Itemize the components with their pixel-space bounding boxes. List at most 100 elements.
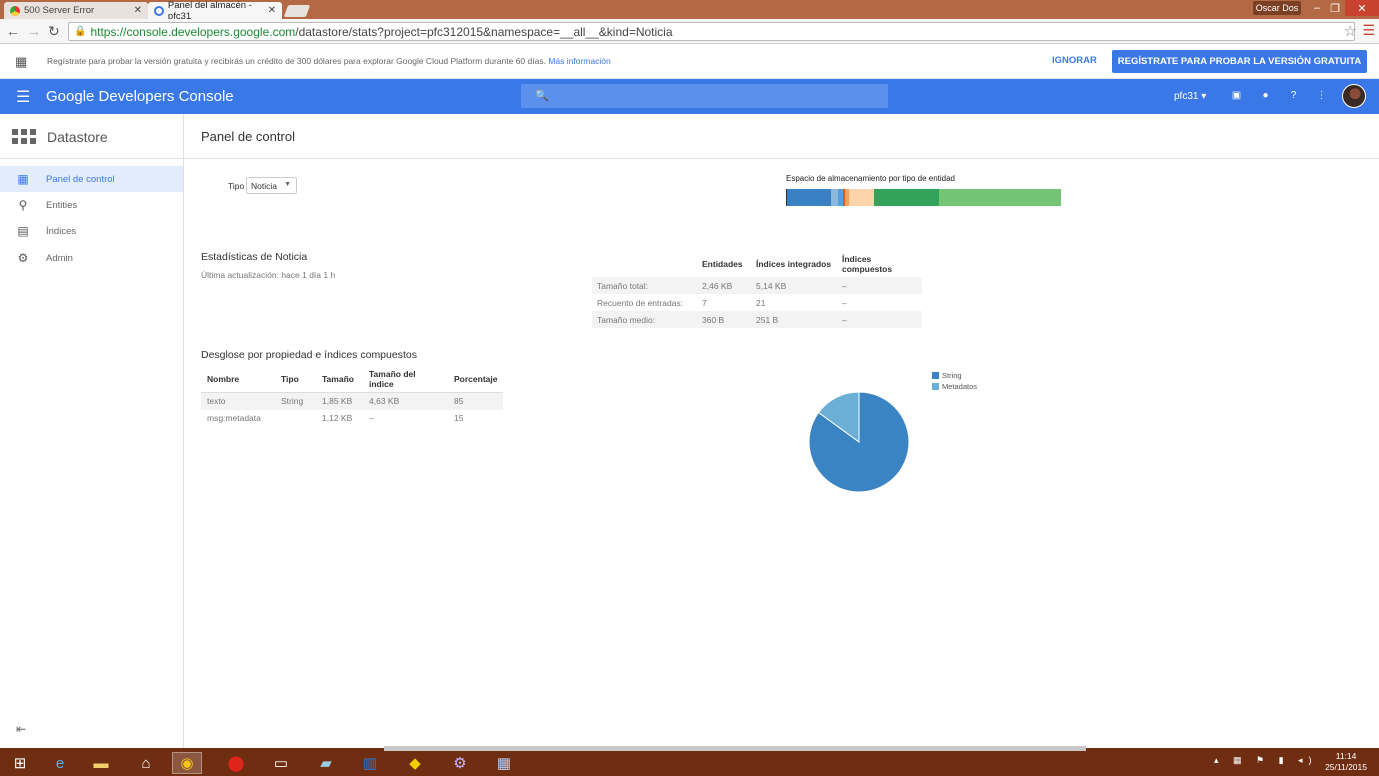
pdf-reader-icon[interactable]: ◆ [400, 752, 430, 774]
breakdown-header-index-size: Tamaño del índice [363, 366, 448, 393]
breakdown-header-name: Nombre [201, 366, 275, 393]
taskbar-clock[interactable]: 11:14 25/11/2015 [1325, 751, 1367, 773]
project-selector[interactable]: pfc31 ▾ [1174, 91, 1206, 102]
browser-menu-icon[interactable]: ☰ [1362, 22, 1375, 39]
legend-item-string: String [932, 370, 977, 381]
legend-swatch [932, 383, 939, 390]
notepad-icon[interactable]: ▰ [311, 752, 341, 774]
storage-bar [786, 189, 1073, 206]
sidebar-item-entities[interactable]: ⚲ Entities [0, 192, 183, 218]
brand-logo[interactable]: Google Developers Console [46, 88, 234, 105]
legend-item-metadatos: Metadatos [932, 381, 977, 392]
bookmark-star-icon[interactable]: ☆ [1344, 22, 1357, 40]
reload-icon[interactable]: ↻ [48, 23, 60, 40]
table-header-row: Entidades Índices integrados Índices com… [592, 251, 922, 277]
nav-menu-icon[interactable]: ☰ [16, 87, 30, 107]
breakdown-header-size: Tamaño [316, 366, 363, 393]
browser-titlebar: 500 Server Error ✕ Panel del almacén - p… [0, 0, 1379, 22]
system-tray[interactable]: ▴ ▦ ⚑ ▮ ◂) [1214, 755, 1318, 766]
address-bar: ← → ↻ 🔒 https://console.developers.googl… [0, 19, 1379, 44]
brand-product: Developers Console [98, 88, 234, 105]
breakdown-title: Desglose por propiedad e índices compues… [201, 349, 417, 361]
internet-explorer-icon[interactable]: e [45, 752, 75, 774]
avatar[interactable] [1342, 84, 1366, 108]
tab-server-error[interactable]: 500 Server Error ✕ [4, 2, 148, 19]
tab-close-icon[interactable]: ✕ [268, 5, 276, 16]
kind-select[interactable]: Noticia ▼ [246, 177, 297, 194]
storage-segment [787, 189, 831, 206]
cloud-shell-icon[interactable]: ▣ [1231, 90, 1242, 101]
storage-title: Espacio de almacenamiento por tipo de en… [786, 174, 955, 183]
stats-table: Entidades Índices integrados Índices com… [592, 251, 922, 328]
terminal-icon[interactable]: ▭ [266, 752, 296, 774]
help-icon[interactable]: ? [1288, 90, 1299, 101]
project-name: pfc31 [1174, 91, 1199, 102]
video-editor-icon[interactable]: ▦ [489, 752, 519, 774]
breakdown-header-percent: Porcentaje [448, 366, 504, 393]
home-icon[interactable]: ⌂ [131, 752, 161, 774]
windows-start-icon[interactable]: ⊞ [5, 752, 35, 774]
back-icon[interactable]: ← [6, 23, 20, 39]
sidebar-header: Datastore [0, 114, 184, 159]
table-cell: 85 [448, 392, 504, 410]
collapse-sidebar-icon[interactable]: ⇤ [16, 722, 26, 736]
table-cell: 7 [702, 297, 707, 308]
horizontal-scrollbar[interactable] [384, 746, 1086, 751]
table-cell: 2,46 KB [697, 277, 751, 294]
forward-icon[interactable]: → [27, 23, 41, 39]
table-cell: 360 B [697, 311, 751, 328]
table-cell [275, 410, 316, 427]
clock-date: 25/11/2015 [1325, 762, 1367, 772]
tab-close-icon[interactable]: ✕ [134, 5, 142, 16]
search-icon: 🔍 [535, 90, 549, 102]
legend-label: String [942, 371, 962, 380]
sidebar-item-panel-de-control[interactable]: ▦ Panel de control [0, 166, 183, 192]
sidebar-title: Datastore [47, 129, 108, 145]
tab-datastore-panel[interactable]: Panel del almacén - pfc31 ✕ [148, 0, 282, 22]
new-tab-button[interactable] [283, 5, 311, 17]
opera-icon[interactable]: ⬤ [221, 752, 251, 774]
promo-bar: ▦ Regístrate para probar la versión grat… [0, 44, 1379, 79]
chevron-down-icon: ▼ [284, 181, 291, 188]
search-input[interactable]: 🔍 [521, 84, 888, 108]
datastore-grid-icon [12, 129, 36, 145]
url-host: https://console.developers.google.com [90, 24, 296, 39]
trello-icon[interactable]: ▥ [355, 752, 385, 774]
app-settings-icon[interactable]: ⚙ [445, 752, 475, 774]
cloud-favicon-icon [154, 5, 164, 16]
storage-segment [849, 189, 874, 206]
ignore-button[interactable]: IGNORAR [1052, 55, 1097, 66]
file-explorer-icon[interactable]: ▬ [86, 752, 116, 774]
stats-last-updated: Última actualización: hace 1 día 1 h [201, 270, 336, 280]
close-window-icon[interactable]: ✕ [1345, 0, 1379, 16]
table-row: msg:metadata 1,12 KB – 15 [201, 410, 503, 427]
breakdown-table: Nombre Tipo Tamaño Tamaño del índice Por… [201, 366, 504, 427]
table-cell: 5,14 KB [751, 277, 837, 294]
kind-label: Tipo [228, 181, 245, 191]
profile-badge[interactable]: Oscar Dos [1253, 1, 1301, 15]
table-cell: texto [201, 392, 275, 410]
chart-legend: String Metadatos [932, 370, 977, 392]
more-info-link[interactable]: Más información [548, 56, 610, 66]
property-pie-chart [808, 391, 910, 493]
stats-header-composite: Índices compuestos [842, 254, 893, 274]
chrome-icon[interactable]: ◉ [172, 752, 202, 774]
search-icon: ⚲ [18, 198, 28, 212]
table-header-row: Nombre Tipo Tamaño Tamaño del índice Por… [201, 366, 504, 393]
signup-free-trial-button[interactable]: REGÍSTRATE PARA PROBAR LA VERSIÓN GRATUI… [1112, 50, 1367, 73]
indexes-icon: ▤ [17, 224, 29, 238]
sidebar-item-admin[interactable]: ⚙ Admin [0, 245, 183, 271]
more-options-icon[interactable]: ⋮ [1316, 90, 1327, 101]
url-field[interactable]: 🔒 https://console.developers.google.com … [68, 22, 1355, 41]
sidebar-item-indices[interactable]: ▤ Índices [0, 218, 183, 244]
table-cell: 4,63 KB [363, 392, 448, 410]
table-cell: msg:metadata [207, 413, 261, 423]
notifications-icon[interactable]: ● [1260, 90, 1271, 101]
table-cell: – [837, 277, 922, 294]
table-cell: 1,85 KB [316, 392, 363, 410]
storage-segment [831, 189, 838, 206]
legend-label: Metadatos [942, 382, 978, 391]
table-cell: 15 [454, 413, 464, 423]
tab-title: 500 Server Error [24, 5, 95, 16]
stats-header-entities: Entidades [702, 259, 743, 269]
